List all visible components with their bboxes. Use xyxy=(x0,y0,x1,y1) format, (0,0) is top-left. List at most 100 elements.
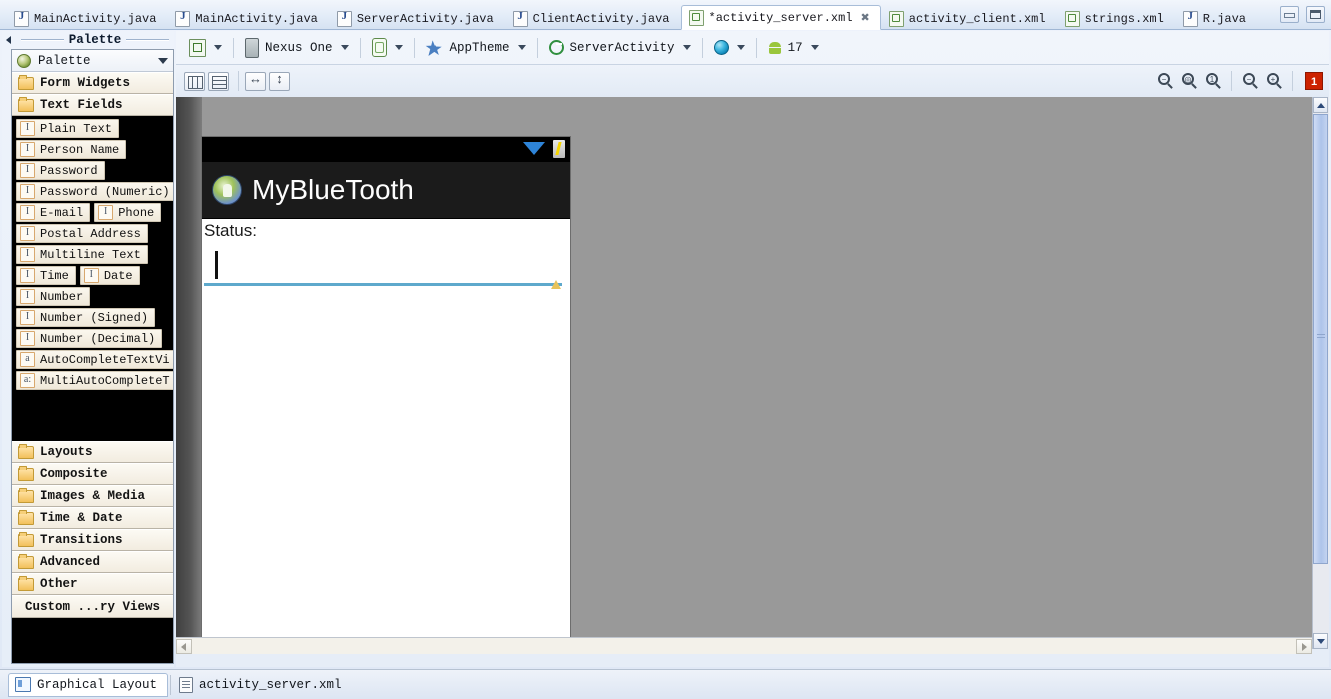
scroll-right-button[interactable] xyxy=(1296,638,1312,654)
status-edit-text[interactable] xyxy=(204,247,562,289)
config-chooser-button[interactable] xyxy=(184,36,227,60)
status-text-view[interactable]: Status: xyxy=(204,221,257,241)
device-preview[interactable]: MyBlueTooth Status: xyxy=(202,137,570,645)
theme-star-icon xyxy=(425,40,442,55)
palette-category-images-media[interactable]: Images & Media xyxy=(12,485,173,507)
folder-icon xyxy=(18,443,34,459)
palette-category-label: Images & Media xyxy=(40,489,146,503)
palette-item-multiautocompletet[interactable]: a: MultiAutoCompleteT xyxy=(16,371,173,390)
palette-item-label: Plain Text xyxy=(40,121,113,136)
palette-category-time-date[interactable]: Time & Date xyxy=(12,507,173,529)
widget-type-icon: a: xyxy=(20,373,35,388)
layout-warning-icon[interactable] xyxy=(551,280,561,289)
theme-label: AppTheme xyxy=(449,40,510,55)
editor-tab-6[interactable]: strings.xml xyxy=(1057,7,1175,30)
palette-item-autocompletetextvi[interactable]: a AutoCompleteTextVi xyxy=(16,350,173,369)
device-icon xyxy=(245,37,259,58)
zoom-actual-size-button[interactable]: 1 xyxy=(1203,71,1225,91)
palette-category-other[interactable]: Other xyxy=(12,573,173,595)
close-icon[interactable]: ✖ xyxy=(861,11,870,24)
maximize-icon[interactable] xyxy=(1306,6,1325,23)
chevron-down-icon[interactable] xyxy=(682,45,691,50)
palette-item-row: I Person Name xyxy=(12,139,173,160)
chevron-down-icon[interactable] xyxy=(394,45,403,50)
palette-empty-space xyxy=(12,391,173,439)
palette-item-password[interactable]: I Password xyxy=(16,161,105,180)
toolbar-separator xyxy=(238,71,239,91)
design-canvas[interactable]: MyBlueTooth Status: xyxy=(176,97,1312,649)
minimize-icon[interactable] xyxy=(1280,6,1299,23)
palette-item-password-numeric[interactable]: I Password (Numeric) xyxy=(16,182,173,201)
show-columns-button[interactable] xyxy=(184,71,205,91)
layout-body[interactable]: Status: xyxy=(202,219,570,645)
chevron-down-icon[interactable] xyxy=(810,45,819,50)
palette-item-row: I Number xyxy=(12,286,173,307)
scroll-down-button[interactable] xyxy=(1313,633,1328,649)
palette-item-time[interactable]: I Time xyxy=(16,266,76,285)
palette-item-number[interactable]: I Number xyxy=(16,287,91,306)
palette-item-phone[interactable]: I Phone xyxy=(94,203,162,222)
fit-width-button[interactable] xyxy=(245,71,266,91)
palette-item-multiline-text[interactable]: I Multiline Text xyxy=(16,245,148,264)
configuration-icon xyxy=(189,38,206,57)
locale-selector[interactable] xyxy=(709,36,750,60)
palette-item-label: Number (Signed) xyxy=(40,310,149,325)
palette-category-layouts[interactable]: Layouts xyxy=(12,441,173,463)
palette-category-form-widgets[interactable]: Form Widgets xyxy=(12,72,173,94)
palette-item-person-name[interactable]: I Person Name xyxy=(16,140,127,159)
zoom-fit-selection-button[interactable]: ◎ xyxy=(1179,71,1201,91)
palette-selector[interactable]: Palette xyxy=(12,50,173,72)
chevron-down-icon[interactable] xyxy=(517,45,526,50)
editor-tab-label: ClientActivity.java xyxy=(532,11,670,26)
zoom-in-button[interactable]: + xyxy=(1264,71,1286,91)
show-rows-button[interactable] xyxy=(208,71,229,91)
activity-selector[interactable]: ServerActivity xyxy=(544,36,696,60)
device-selector[interactable]: Nexus One xyxy=(240,36,354,60)
palette-category-composite[interactable]: Composite xyxy=(12,463,173,485)
palette-category-text-fields[interactable]: Text Fields xyxy=(12,94,173,116)
widget-type-icon: I xyxy=(20,331,35,346)
error-count-badge[interactable]: 1 xyxy=(1305,72,1323,90)
palette-item-e-mail[interactable]: I E-mail xyxy=(16,203,91,222)
fit-height-button[interactable] xyxy=(269,71,290,91)
palette-item-plain-text[interactable]: I Plain Text xyxy=(16,119,120,138)
orientation-selector[interactable] xyxy=(367,36,408,60)
scroll-up-button[interactable] xyxy=(1313,97,1328,113)
canvas-horizontal-scrollbar[interactable] xyxy=(176,637,1312,654)
palette-item-date[interactable]: I Date xyxy=(79,266,140,285)
collapse-left-icon[interactable] xyxy=(6,36,11,44)
chevron-down-icon[interactable] xyxy=(158,57,168,64)
editor-tab-5[interactable]: activity_client.xml xyxy=(881,7,1057,30)
editor-mode-tab-0[interactable]: Graphical Layout xyxy=(8,672,169,697)
editor-tab-4[interactable]: *activity_server.xml ✖ xyxy=(680,5,881,30)
tab-divider xyxy=(170,674,172,695)
editor-tab-2[interactable]: ServerActivity.java xyxy=(329,7,505,30)
editor-mode-tab-1[interactable]: activity_server.xml xyxy=(173,674,352,696)
toolbar-separator xyxy=(233,37,234,58)
editor-tab-7[interactable]: R.java xyxy=(1175,7,1257,30)
editor-tab-0[interactable]: MainActivity.java xyxy=(6,7,167,30)
palette-category-transitions[interactable]: Transitions xyxy=(12,529,173,551)
palette-item-row: a: MultiAutoCompleteT xyxy=(12,370,173,391)
folder-icon xyxy=(18,74,34,90)
zoom-fit-button[interactable]: − xyxy=(1155,71,1177,91)
chevron-down-icon[interactable] xyxy=(214,45,222,50)
palette-item-label: Password (Numeric) xyxy=(40,184,170,199)
palette-item-postal-address[interactable]: I Postal Address xyxy=(16,224,148,243)
editor-tab-3[interactable]: ClientActivity.java xyxy=(505,7,681,30)
vertical-scroll-thumb[interactable] xyxy=(1313,114,1328,564)
chevron-down-icon[interactable] xyxy=(340,45,349,50)
palette-item-number-signed[interactable]: I Number (Signed) xyxy=(16,308,156,327)
scroll-left-button[interactable] xyxy=(176,638,192,654)
editor-tab-1[interactable]: MainActivity.java xyxy=(167,7,328,30)
zoom-out-button[interactable]: − xyxy=(1240,71,1262,91)
palette-category-advanced[interactable]: Advanced xyxy=(12,551,173,573)
palette-custom-views-row[interactable]: Custom ...ry Views xyxy=(12,595,173,618)
chevron-down-icon[interactable] xyxy=(736,45,745,50)
palette-item-number-decimal[interactable]: I Number (Decimal) xyxy=(16,329,163,348)
xml-file-icon xyxy=(1064,10,1080,27)
window-controls xyxy=(1280,6,1325,23)
api-level-selector[interactable]: 17 xyxy=(763,36,824,60)
canvas-vertical-scrollbar[interactable] xyxy=(1312,97,1329,649)
theme-selector[interactable]: AppTheme xyxy=(421,36,531,60)
